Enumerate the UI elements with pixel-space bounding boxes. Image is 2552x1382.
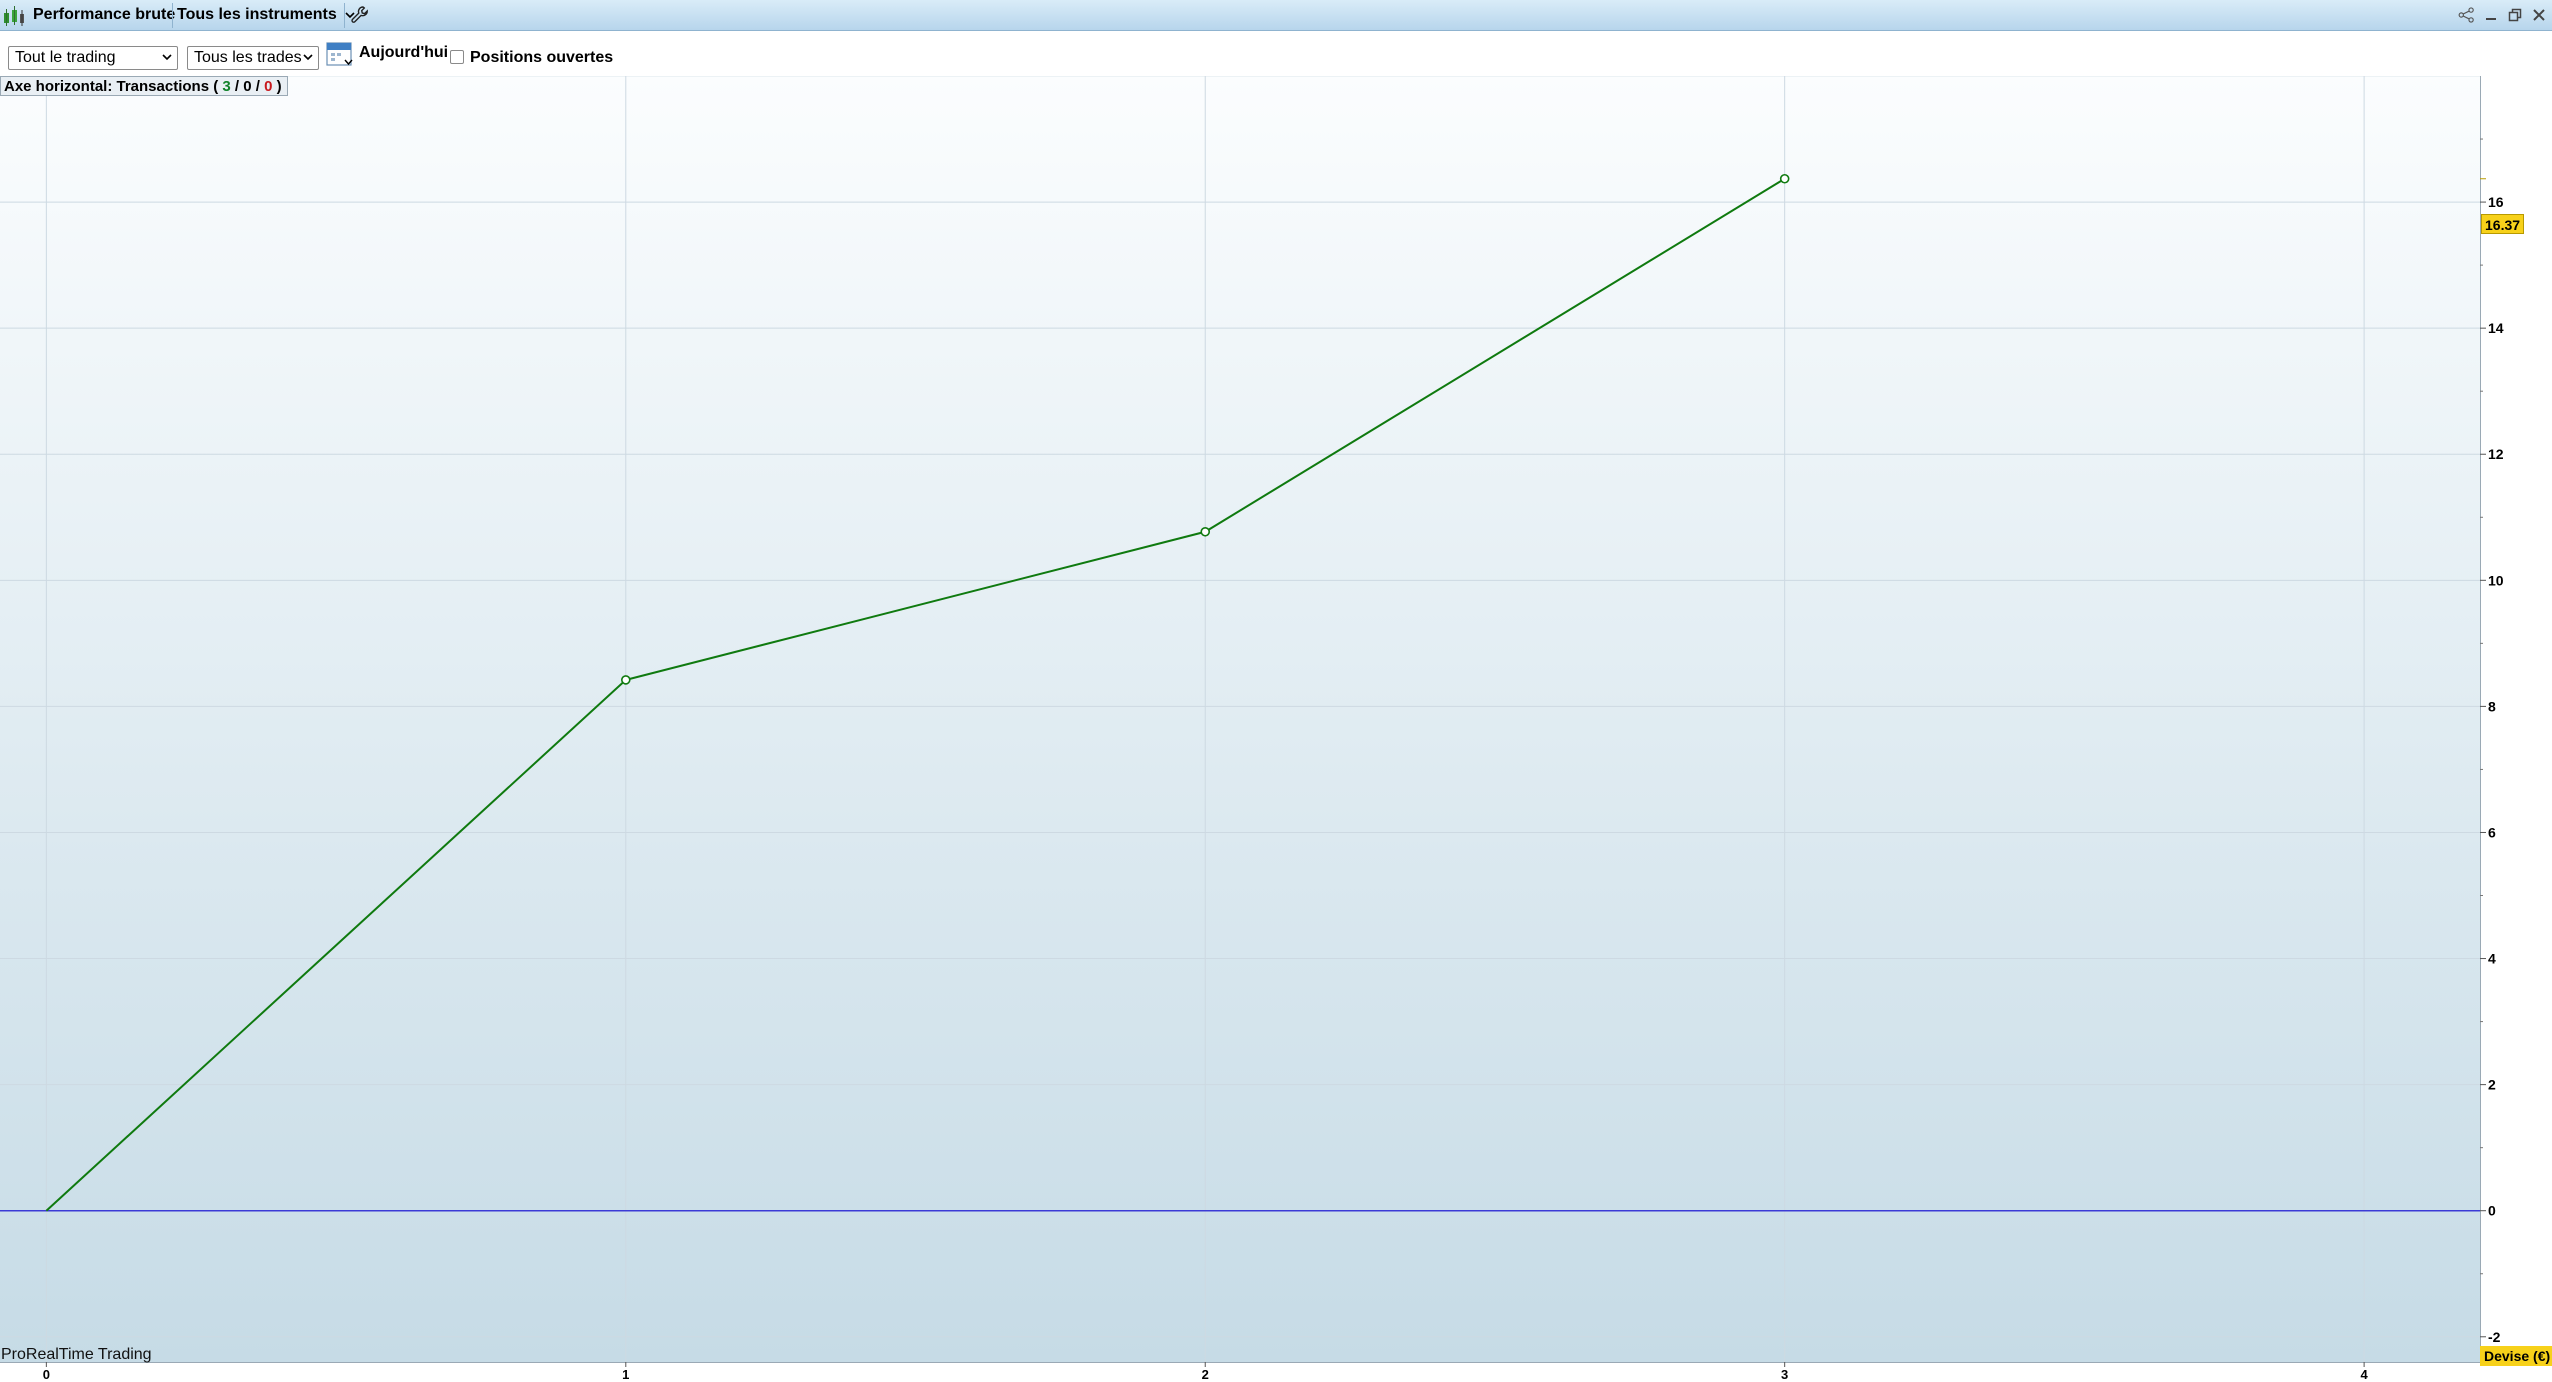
axis-info-label: Axe horizontal: Transactions (4, 78, 210, 95)
instruments-menu[interactable]: Tous les instruments (177, 6, 355, 24)
candlestick-icon (4, 6, 24, 26)
trades-select-value: Tous les trades (194, 49, 302, 66)
last-value-badge: 16.37 (2481, 214, 2525, 234)
x-tick-label: 1 (622, 1367, 629, 1382)
y-tick-label: 14 (2488, 320, 2504, 336)
x-tick-label: 0 (43, 1367, 50, 1382)
currency-badge[interactable]: Devise (€) (2480, 1346, 2552, 1366)
data-point (1779, 173, 1790, 184)
period-select-value: Tout le trading (15, 49, 116, 66)
data-point (620, 675, 631, 685)
restore-icon[interactable] (2506, 6, 2524, 24)
instruments-menu-label: Tous les instruments (177, 6, 337, 23)
x-tick-label: 3 (1781, 1367, 1788, 1382)
window-title-bar: Performance brute Tous les instruments (0, 0, 2552, 31)
axis-info-separator: / (234, 78, 240, 95)
data-point (1200, 526, 1211, 537)
y-tick-label: 8 (2488, 698, 2496, 714)
y-axis-panel (2480, 76, 2552, 1382)
close-icon[interactable] (2530, 6, 2548, 24)
y-tick-label: 12 (2488, 446, 2504, 462)
axis-info-open-paren: ( (213, 78, 219, 95)
axis-info-separator: / (255, 78, 260, 95)
losing-trades-count: 0 (264, 78, 273, 95)
total-trades-count: 3 (222, 78, 231, 95)
chevron-down-icon (303, 54, 313, 61)
y-tick-label: -2 (2488, 1329, 2501, 1345)
x-tick-label: 2 (1202, 1367, 1209, 1382)
calendar-icon[interactable] (326, 40, 356, 68)
period-select[interactable]: Tout le trading (8, 46, 178, 70)
title-divider (172, 3, 173, 28)
y-tick-label: 10 (2488, 572, 2504, 588)
y-tick-label: 16 (2488, 194, 2504, 210)
share-icon[interactable] (2458, 6, 2476, 24)
open-positions-label[interactable]: Positions ouvertes (470, 49, 613, 67)
minimize-icon[interactable] (2482, 6, 2500, 24)
today-label[interactable]: Aujourd'hui (359, 44, 448, 62)
trades-select[interactable]: Tous les trades (187, 46, 319, 70)
filter-toolbar: Tout le trading Tous les trades Aujourd'… (0, 31, 2552, 76)
x-axis-panel (0, 1362, 2552, 1382)
open-positions-checkbox[interactable] (450, 50, 464, 64)
neutral-trades-count: 0 (243, 78, 252, 95)
x-tick-label: 4 (2360, 1367, 2368, 1382)
y-tick-label: 2 (2488, 1077, 2496, 1093)
horizontal-axis-info: Axe horizontal: Transactions ( 3 / 0 / 0… (0, 76, 288, 96)
y-tick-label: 4 (2488, 951, 2496, 967)
performance-chart[interactable]: -2 0 2 4 6 8 10 12 14 16 0 1 2 3 4 (0, 76, 2552, 1382)
y-tick-label: 6 (2488, 824, 2496, 840)
chart-canvas: -202468101214160 1 2 3 4 (0, 76, 2552, 1382)
chevron-down-icon (162, 54, 172, 61)
plot-background (0, 76, 2480, 1362)
window-title: Performance brute (33, 6, 176, 23)
wrench-icon[interactable] (350, 5, 370, 25)
title-divider (344, 3, 345, 28)
y-tick-label: 0 (2488, 1203, 2496, 1219)
axis-info-close-paren: ) (276, 78, 282, 95)
branding-label: ProRealTime Trading (1, 1346, 152, 1363)
